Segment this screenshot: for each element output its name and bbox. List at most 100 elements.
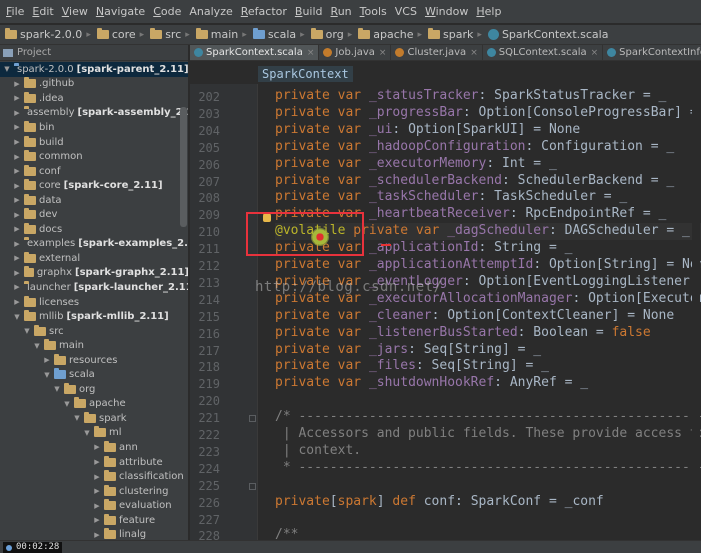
tree-item-attribute[interactable]: ▶ attribute [0, 455, 188, 470]
tree-item-docs[interactable]: ▶ docs [0, 222, 188, 237]
tree-item-spark[interactable]: ▼ spark [0, 411, 188, 426]
tree-item-licenses[interactable]: ▶ licenses [0, 295, 188, 310]
chevron-down-icon[interactable]: ▼ [2, 65, 12, 73]
fold-icon[interactable] [249, 415, 256, 423]
chevron-down-icon[interactable]: ▼ [22, 327, 32, 335]
menu-item-view[interactable]: View [58, 5, 92, 18]
tab-cluster-java[interactable]: Cluster.java × [391, 45, 483, 60]
tree-item-data[interactable]: ▶ data [0, 193, 188, 208]
chevron-down-icon[interactable]: ▼ [82, 429, 92, 437]
tree-item-examples[interactable]: ▶ examples[spark-examples_2.11] [0, 237, 188, 252]
code-editor[interactable]: SparkContext 202 203 204 205 206 207 208 209 210… [190, 62, 701, 543]
code-line[interactable]: private[spark] def conf: SparkConf = _co… [275, 494, 604, 511]
code-line[interactable]: | context. [275, 443, 361, 460]
chevron-right-icon[interactable]: ▶ [92, 443, 102, 451]
breadcrumb-item[interactable]: org ▸ [309, 28, 357, 41]
menu-item-tools[interactable]: Tools [356, 5, 391, 18]
chevron-down-icon[interactable]: ▼ [72, 414, 82, 422]
chevron-right-icon[interactable]: ▶ [12, 283, 22, 291]
tree-item-feature[interactable]: ▶ feature [0, 513, 188, 528]
code-line[interactable]: private var _ui: Option[SparkUI] = None [275, 122, 580, 139]
chevron-right-icon[interactable]: ▶ [92, 458, 102, 466]
chevron-right-icon[interactable]: ▶ [12, 123, 22, 131]
close-icon[interactable]: × [307, 48, 315, 58]
project-panel-header[interactable]: Project [0, 45, 188, 61]
breadcrumb-item[interactable]: apache ▸ [356, 28, 426, 41]
close-icon[interactable]: × [470, 48, 478, 58]
code-line[interactable]: private var _executorMemory: Int = _ [275, 156, 557, 173]
chevron-right-icon[interactable]: ▶ [12, 298, 22, 306]
tree-item-scala[interactable]: ▼ scala [0, 367, 188, 382]
tree-item-ann[interactable]: ▶ ann [0, 440, 188, 455]
code-line[interactable]: private var _files: Seq[String] = _ [275, 358, 549, 375]
project-scrollbar[interactable] [180, 107, 187, 227]
code-line[interactable]: private var _applicationAttemptId: Optio… [275, 257, 701, 274]
tree-item-ml[interactable]: ▼ ml [0, 426, 188, 441]
menu-item-navigate[interactable]: Navigate [92, 5, 149, 18]
chevron-right-icon[interactable]: ▶ [92, 487, 102, 495]
chevron-right-icon[interactable]: ▶ [12, 240, 22, 248]
chevron-right-icon[interactable]: ▶ [12, 138, 22, 146]
code-line[interactable]: private var _jars: Seq[String] = _ [275, 342, 541, 359]
tab-job-java[interactable]: Job.java × [319, 45, 392, 60]
breadcrumb-item[interactable]: src ▸ [148, 28, 194, 41]
tree-item-apache[interactable]: ▼ apache [0, 397, 188, 412]
chevron-right-icon[interactable]: ▶ [12, 94, 22, 102]
tree-item-launcher[interactable]: ▶ launcher [spark-launcher_2.11] [0, 280, 188, 295]
chevron-right-icon[interactable]: ▶ [42, 356, 52, 364]
code-line[interactable]: /* -------------------------------------… [275, 409, 701, 426]
chevron-right-icon[interactable]: ▶ [12, 196, 22, 204]
tree-item-common[interactable]: ▶ common [0, 149, 188, 164]
chevron-right-icon[interactable]: ▶ [92, 502, 102, 510]
tree-item-core[interactable]: ▶ core [spark-core_2.11] [0, 178, 188, 193]
tab-sqlcontext-scala[interactable]: SQLContext.scala × [483, 45, 604, 60]
tree-item-assembly[interactable]: ▶ assembly[spark-assembly_2.11] [0, 106, 188, 121]
tree-item-bin[interactable]: ▶ bin [0, 120, 188, 135]
tree-item-clustering[interactable]: ▶ clustering [0, 484, 188, 499]
close-icon[interactable]: × [379, 48, 387, 58]
code-line[interactable]: private var _taskScheduler: TaskSchedule… [275, 189, 627, 206]
breadcrumb-item[interactable]: spark ▸ [426, 28, 486, 41]
breadcrumb-item[interactable]: scala ▸ [251, 28, 309, 41]
menu-item-analyze[interactable]: Analyze [185, 5, 236, 18]
chevron-right-icon[interactable]: ▶ [12, 211, 22, 219]
chevron-right-icon[interactable]: ▶ [12, 109, 22, 117]
code-line[interactable]: * --------------------------------------… [275, 460, 701, 477]
code-line[interactable]: | Accessors and public fields. These pro… [275, 426, 701, 443]
chevron-right-icon[interactable]: ▶ [12, 254, 22, 262]
chevron-right-icon[interactable]: ▶ [12, 167, 22, 175]
code-line[interactable]: /** [275, 527, 298, 540]
chevron-down-icon[interactable]: ▼ [42, 371, 52, 379]
code-line[interactable]: private var _cleaner: Option[ContextClea… [275, 308, 674, 325]
chevron-right-icon[interactable]: ▶ [12, 153, 22, 161]
menu-item-vcs[interactable]: VCS [391, 5, 421, 18]
tree-item-resources[interactable]: ▶ resources [0, 353, 188, 368]
code-line[interactable]: private var _schedulerBackend: Scheduler… [275, 173, 674, 190]
chevron-right-icon[interactable]: ▶ [92, 516, 102, 524]
chevron-right-icon[interactable]: ▶ [12, 182, 22, 190]
tree-item-main[interactable]: ▼ main [0, 338, 188, 353]
menu-item-help[interactable]: Help [472, 5, 505, 18]
tree-item-idea[interactable]: ▶ .idea [0, 91, 188, 106]
code-line[interactable]: private var _hadoopConfiguration: Config… [275, 139, 674, 156]
tree-item-spark200[interactable]: ▼spark-2.0.0[spark-parent_2.11]D:\sp [0, 62, 188, 77]
tree-item-evaluation[interactable]: ▶ evaluation [0, 498, 188, 513]
tree-item-src[interactable]: ▼ src [0, 324, 188, 339]
code-area[interactable]: private var _statusTracker: SparkStatusT… [275, 84, 701, 540]
breadcrumb-item[interactable]: core ▸ [95, 28, 148, 41]
breadcrumb-item[interactable]: spark-2.0.0 ▸ [3, 28, 95, 41]
tree-item-external[interactable]: ▶ external [0, 251, 188, 266]
menu-item-file[interactable]: File [2, 5, 28, 18]
chevron-right-icon[interactable]: ▶ [12, 80, 22, 88]
breadcrumb-item[interactable]: SparkContext.scala [486, 28, 613, 41]
tab-sparkcontext-scala[interactable]: SparkContext.scala × [190, 45, 320, 60]
code-line[interactable]: private var _progressBar: Option[Console… [275, 105, 701, 122]
menu-item-code[interactable]: Code [149, 5, 185, 18]
chevron-down-icon[interactable]: ▼ [62, 400, 72, 408]
tree-item-conf[interactable]: ▶ conf [0, 164, 188, 179]
tab-sparkcontextinfosuite-scala[interactable]: SparkContextInfoSuite.scala× [603, 45, 701, 60]
tree-item-dev[interactable]: ▶ dev [0, 207, 188, 222]
tree-item-classification[interactable]: ▶ classification [0, 469, 188, 484]
code-line[interactable]: private var _shutdownHookRef: AnyRef = _ [275, 375, 588, 392]
tree-item-graphx[interactable]: ▶ graphx [spark-graphx_2.11] [0, 266, 188, 281]
